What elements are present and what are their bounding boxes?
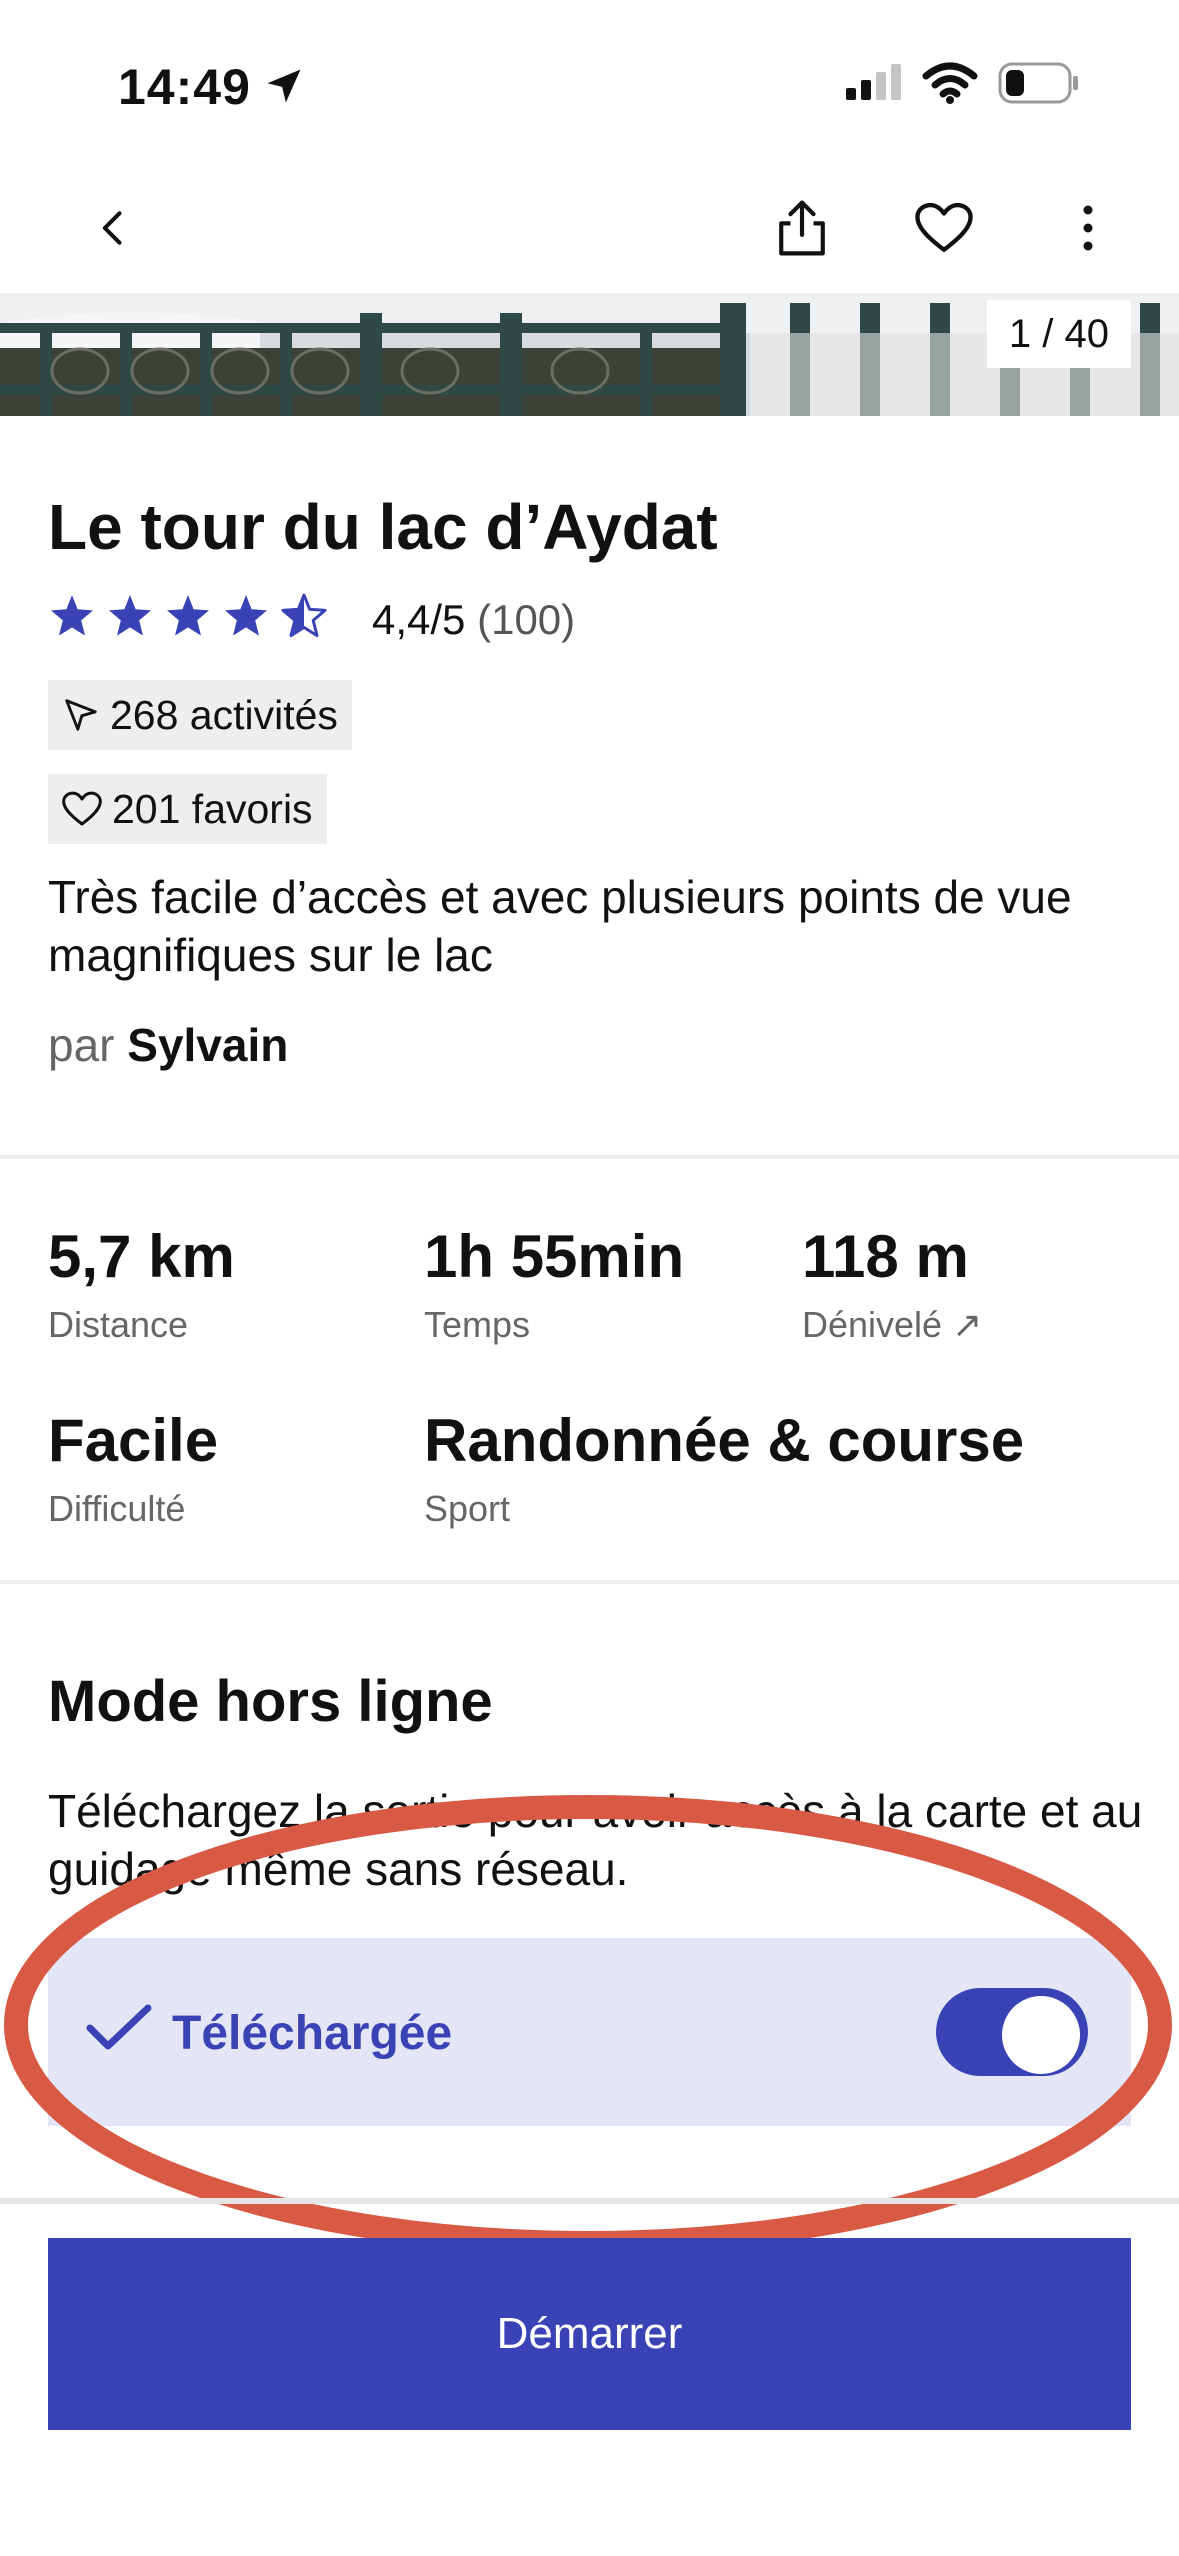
activities-chip[interactable]: 268 activités (48, 680, 352, 750)
favorite-button[interactable] (896, 180, 992, 276)
rating-text: 4,4/5 (100) (372, 596, 575, 644)
location-arrow-icon (262, 64, 306, 113)
sport-value: Randonnée & course (424, 1407, 1025, 1474)
activities-count: 268 activités (110, 691, 338, 738)
more-vertical-icon (1083, 205, 1093, 251)
wifi-icon (922, 62, 978, 109)
time-label: Temps (424, 1304, 531, 1345)
star-half-icon (281, 593, 327, 638)
cellular-signal-icon (846, 62, 906, 107)
star-full-icon (109, 595, 151, 636)
navigation-arrow-icon (65, 699, 97, 731)
rating-count: (100) (477, 596, 576, 643)
elevation-value: 118 m (802, 1223, 969, 1290)
heart-icon (915, 202, 973, 252)
author-prefix: par (48, 1019, 115, 1071)
favorites-chip[interactable]: 201 favoris (48, 774, 327, 844)
route-description: Très facile d’accès et avec plusieurs po… (48, 871, 1072, 981)
battery-icon (998, 62, 1080, 109)
time-value: 1h 55min (424, 1223, 685, 1290)
rating-stars (48, 592, 328, 640)
favorites-count: 201 favoris (112, 785, 313, 832)
annotation-ellipse (0, 1780, 1179, 2285)
share-button[interactable] (754, 180, 850, 276)
star-full-icon (51, 595, 93, 636)
heart-icon (62, 791, 102, 826)
status-time: 14:49 (118, 59, 251, 115)
difficulty-label: Difficulté (48, 1488, 186, 1529)
elevation-label: Dénivelé ↗ (802, 1304, 983, 1345)
route-title: Le tour du lac d’Aydat (48, 491, 718, 563)
share-icon (779, 200, 825, 256)
difficulty-value: Facile (48, 1407, 219, 1474)
star-full-icon (225, 595, 267, 636)
more-options-button[interactable] (1040, 180, 1136, 276)
star-full-icon (167, 595, 209, 636)
distance-value: 5,7 km (48, 1223, 235, 1290)
distance-label: Distance (48, 1304, 189, 1345)
chevron-left-icon (102, 211, 122, 245)
back-button[interactable] (66, 180, 162, 276)
bottom-divider (0, 2198, 1179, 2204)
photo-counter: 1 / 40 (986, 300, 1131, 368)
author-name[interactable]: Sylvain (127, 1019, 288, 1071)
section-divider (0, 1155, 1179, 1159)
offline-mode-title: Mode hors ligne (48, 1669, 493, 1734)
sport-label: Sport (424, 1488, 511, 1529)
section-divider (0, 1580, 1179, 1584)
start-button[interactable]: Démarrer (48, 2238, 1131, 2430)
route-author: par Sylvain (48, 1018, 288, 1072)
rating-value: 4,4/5 (372, 596, 466, 643)
